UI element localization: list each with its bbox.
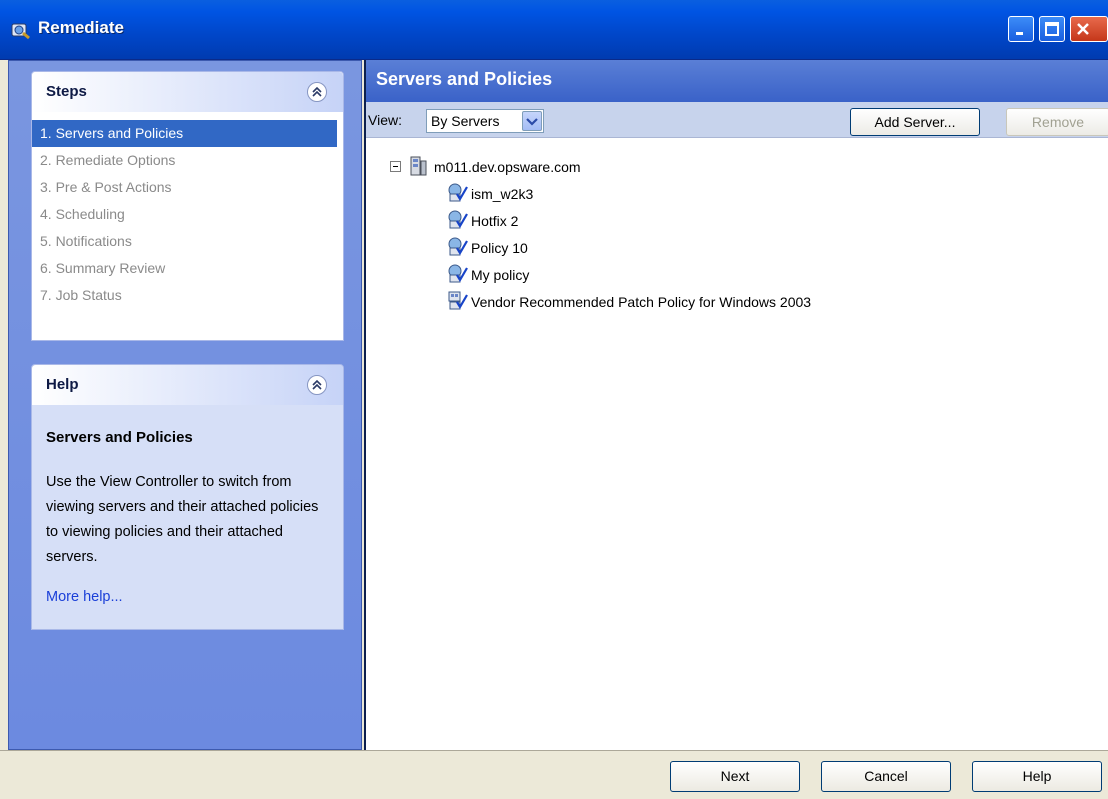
policy-label: Policy 10 [471, 240, 528, 256]
policy-icon [446, 182, 468, 204]
wizard-sidebar: Steps 1. Servers and Policies 2. Remedia… [8, 60, 362, 750]
help-panel-header[interactable]: Help [32, 365, 343, 405]
window-title: Remediate [38, 18, 124, 37]
steps-panel-header[interactable]: Steps [32, 72, 343, 112]
tree-policy-node[interactable]: Hotfix 2 [446, 209, 746, 233]
title-bar[interactable]: Remediate [0, 0, 1108, 60]
help-panel: Help Servers and Policies Use the View C… [31, 364, 344, 630]
remove-button[interactable]: Remove [1006, 108, 1108, 136]
step-notifications[interactable]: 5. Notifications [32, 228, 343, 255]
chevron-up-double-icon [312, 379, 322, 390]
tree-policy-node[interactable]: My policy [446, 263, 746, 287]
help-panel-title: Help [46, 376, 79, 393]
close-button[interactable] [1070, 16, 1108, 42]
view-selector-value: By Servers [431, 113, 500, 129]
collapse-tree-icon[interactable] [390, 161, 401, 172]
help-heading: Servers and Policies [46, 429, 193, 446]
main-content: Servers and Policies View: By Servers Ad… [364, 60, 1108, 750]
tree-policy-node[interactable]: Policy 10 [446, 236, 746, 260]
step-servers-and-policies[interactable]: 1. Servers and Policies [32, 120, 337, 147]
dropdown-arrow[interactable] [522, 111, 542, 131]
step-summary-review[interactable]: 6. Summary Review [32, 255, 343, 282]
help-text: Use the View Controller to switch from v… [46, 474, 319, 565]
maximize-icon [1045, 22, 1059, 36]
policy-label: My policy [471, 267, 530, 283]
wizard-footer: Next Cancel Help [0, 750, 1108, 799]
help-button[interactable]: Help [972, 761, 1102, 792]
policy-icon [446, 209, 468, 231]
collapse-help-button[interactable] [307, 375, 327, 395]
steps-panel: Steps 1. Servers and Policies 2. Remedia… [31, 71, 344, 341]
chevron-down-icon [526, 118, 538, 126]
content-header: Servers and Policies [366, 60, 1108, 102]
step-pre-post-actions[interactable]: 3. Pre & Post Actions [32, 174, 343, 201]
page-title: Servers and Policies [376, 69, 553, 89]
chevron-up-double-icon [312, 86, 322, 97]
tree-policy-node[interactable]: ism_w2k3 [446, 182, 746, 206]
view-selector[interactable]: By Servers [426, 109, 544, 133]
steps-list: 1. Servers and Policies 2. Remediate Opt… [32, 112, 343, 309]
policy-label: Vendor Recommended Patch Policy for Wind… [471, 294, 812, 310]
tree-server-node[interactable]: m011.dev.opsware.com [388, 155, 688, 179]
cancel-button[interactable]: Cancel [821, 761, 951, 792]
content-toolbar: View: By Servers Add Server... Remove [366, 102, 1108, 138]
step-scheduling[interactable]: 4. Scheduling [32, 201, 343, 228]
vendor-policy-icon [446, 290, 468, 312]
server-name: m011.dev.opsware.com [434, 159, 581, 175]
view-label: View: [368, 112, 402, 128]
step-remediate-options[interactable]: 2. Remediate Options [32, 147, 343, 174]
collapse-steps-button[interactable] [307, 82, 327, 102]
policy-label: ism_w2k3 [471, 186, 534, 202]
next-button[interactable]: Next [670, 761, 800, 792]
server-icon [408, 155, 430, 177]
more-help-link[interactable]: More help... [46, 589, 123, 619]
policy-label: Hotfix 2 [471, 213, 519, 229]
maximize-button[interactable] [1039, 16, 1065, 42]
close-icon [1077, 23, 1089, 35]
step-job-status[interactable]: 7. Job Status [32, 282, 343, 309]
policy-icon [446, 263, 468, 285]
add-server-button[interactable]: Add Server... [850, 108, 980, 136]
minimize-button[interactable] [1008, 16, 1034, 42]
remediate-app-icon [8, 20, 32, 40]
policy-icon [446, 236, 468, 258]
minimize-icon [1016, 32, 1023, 35]
tree-policy-node[interactable]: Vendor Recommended Patch Policy for Wind… [446, 290, 966, 314]
steps-panel-title: Steps [46, 83, 87, 100]
